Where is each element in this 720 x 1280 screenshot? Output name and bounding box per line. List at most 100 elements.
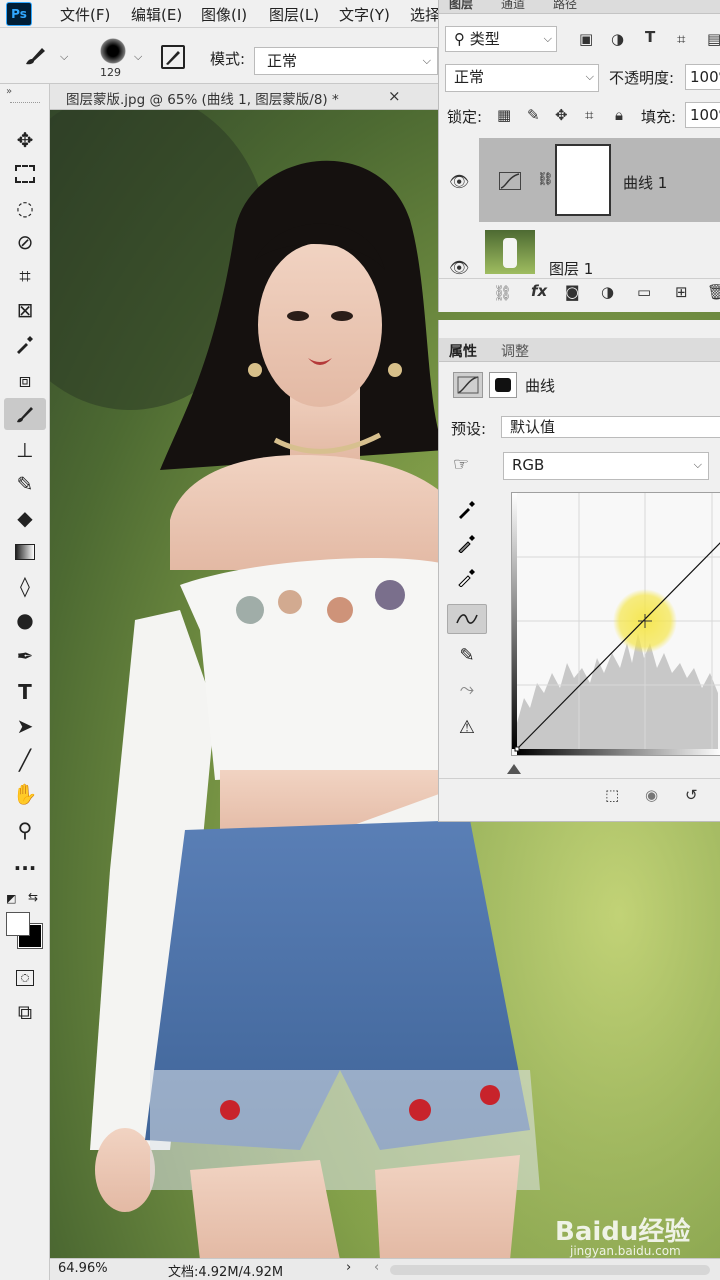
more-tools-icon[interactable]: ··· bbox=[4, 852, 46, 884]
menu-type[interactable]: 文字(Y) bbox=[339, 4, 390, 25]
new-layer-icon[interactable]: ⊞ bbox=[675, 283, 688, 301]
menu-layer[interactable]: 图层(L) bbox=[269, 4, 319, 25]
lock-artboard-icon[interactable]: ⌗ bbox=[585, 106, 593, 124]
lock-position-icon[interactable]: ✥ bbox=[555, 106, 568, 124]
horizontal-scrollbar[interactable] bbox=[390, 1265, 710, 1275]
swap-colors-icon[interactable]: ⇆ bbox=[28, 890, 38, 904]
sample-black-point-icon[interactable] bbox=[447, 494, 487, 524]
opacity-label: 不透明度: bbox=[609, 69, 675, 87]
line-tool-icon[interactable]: ╱ bbox=[4, 744, 46, 776]
curves-graph[interactable] bbox=[511, 492, 720, 756]
link-mask-icon[interactable]: ⛓︎ bbox=[537, 172, 554, 187]
eraser-tool-icon[interactable]: ◆ bbox=[4, 502, 46, 534]
opacity-input[interactable]: 100% bbox=[685, 64, 720, 90]
clipping-warning-icon[interactable]: ⚠︎ bbox=[447, 712, 487, 742]
menu-select[interactable]: 选择 bbox=[410, 4, 440, 25]
frame-tool-icon[interactable]: ⊠ bbox=[4, 294, 46, 326]
default-colors-icon[interactable]: ◩ bbox=[6, 892, 16, 905]
curves-adjustment-icon[interactable] bbox=[453, 372, 483, 398]
lock-transparent-icon[interactable]: ▦ bbox=[497, 106, 511, 124]
quick-selection-tool-icon[interactable]: ⊘ bbox=[4, 226, 46, 258]
lock-image-icon[interactable]: ✎ bbox=[527, 106, 540, 124]
close-icon[interactable]: × bbox=[388, 87, 401, 105]
document-tab[interactable]: 图层蒙版.jpg @ 65% (曲线 1, 图层蒙版/8) * × bbox=[50, 84, 438, 110]
fill-input[interactable]: 100% bbox=[685, 102, 720, 128]
layer-row-image[interactable]: 图层 1 bbox=[479, 224, 720, 279]
brush-settings-panel-icon[interactable] bbox=[161, 45, 185, 69]
brush-tip-preview-icon[interactable] bbox=[100, 38, 126, 64]
tab-channels[interactable]: 通道 bbox=[501, 0, 525, 11]
menu-edit[interactable]: 编辑(E) bbox=[131, 4, 182, 25]
filter-adjustment-icon[interactable]: ◑ bbox=[611, 30, 624, 48]
tab-properties[interactable]: 属性 bbox=[449, 341, 477, 361]
new-group-icon[interactable]: ▭ bbox=[637, 283, 651, 301]
sample-white-point-icon[interactable] bbox=[447, 562, 487, 592]
delete-layer-icon[interactable]: 🗑︎ bbox=[707, 283, 720, 301]
pencil-draw-curve-icon[interactable]: ✎ bbox=[447, 640, 487, 670]
pen-tool-icon[interactable]: ✒ bbox=[4, 640, 46, 672]
screen-mode-icon[interactable]: ⧉ bbox=[4, 996, 46, 1028]
sample-gray-point-icon[interactable] bbox=[447, 528, 487, 558]
layer-row-curves[interactable]: ⛓︎ 曲线 1 bbox=[479, 138, 720, 222]
path-selection-tool-icon[interactable]: ➤ bbox=[4, 710, 46, 742]
add-layer-style-icon[interactable]: fx bbox=[531, 282, 547, 300]
marquee-tool-icon[interactable] bbox=[4, 158, 46, 190]
visibility-eye-icon[interactable]: 👁︎ bbox=[449, 172, 469, 191]
blend-mode-select[interactable]: 正常 ⌵ bbox=[254, 47, 438, 75]
mask-properties-icon[interactable] bbox=[489, 372, 517, 398]
lock-label: 锁定: bbox=[447, 108, 483, 126]
tab-layers[interactable]: 图层 bbox=[449, 0, 473, 11]
preset-select[interactable]: 默认值 bbox=[501, 416, 720, 438]
crop-tool-icon[interactable]: ⌗ bbox=[4, 260, 46, 292]
add-mask-icon[interactable]: ◙ bbox=[565, 283, 580, 301]
layer-name[interactable]: 图层 1 bbox=[549, 258, 593, 279]
layer-mask-thumbnail[interactable] bbox=[555, 144, 611, 216]
filter-shape-icon[interactable]: ⌗ bbox=[677, 30, 685, 48]
foreground-color-swatch[interactable] bbox=[6, 912, 30, 936]
status-menu-arrow-icon[interactable]: › bbox=[346, 1260, 351, 1275]
collapse-panel-icon[interactable]: » bbox=[6, 86, 12, 97]
clone-stamp-tool-icon[interactable]: ⊥ bbox=[4, 434, 46, 466]
dodge-tool-icon[interactable]: ● bbox=[4, 604, 46, 636]
filter-smart-object-icon[interactable]: ▤ bbox=[707, 30, 720, 48]
scroll-left-icon[interactable]: ‹ bbox=[374, 1260, 379, 1275]
brush-preset-dropdown-icon[interactable]: ⌵ bbox=[60, 50, 68, 64]
zoom-tool-icon[interactable]: ⚲ bbox=[4, 814, 46, 846]
blur-tool-icon[interactable]: ◊ bbox=[4, 570, 46, 602]
menu-file[interactable]: 文件(F) bbox=[60, 4, 110, 25]
reset-adjustment-icon[interactable]: ↺ bbox=[685, 786, 698, 804]
smooth-curve-icon[interactable]: ⤳ bbox=[447, 674, 487, 704]
gradient-tool-icon[interactable] bbox=[4, 536, 46, 568]
target-adjustment-icon[interactable]: ☞ bbox=[453, 454, 469, 475]
link-layers-icon[interactable]: ⛓︎ bbox=[493, 284, 512, 302]
black-point-slider-handle[interactable] bbox=[507, 764, 521, 774]
menu-image[interactable]: 图像(I) bbox=[201, 4, 247, 25]
brush-tool-icon[interactable] bbox=[4, 398, 46, 430]
tab-paths[interactable]: 路径 bbox=[553, 0, 577, 11]
hand-tool-icon[interactable]: ✋ bbox=[4, 778, 46, 810]
visibility-eye-icon[interactable]: 👁︎ bbox=[449, 258, 469, 277]
tab-adjustments[interactable]: 调整 bbox=[501, 341, 529, 361]
lock-all-icon[interactable]: 🔒︎ bbox=[615, 106, 623, 124]
layer-name[interactable]: 曲线 1 bbox=[623, 172, 667, 193]
layer-blend-mode-select[interactable]: 正常 ⌵ bbox=[445, 64, 599, 92]
filter-pixel-icon[interactable]: ▣ bbox=[579, 30, 593, 48]
type-tool-icon[interactable]: T bbox=[4, 676, 46, 708]
channel-select[interactable]: RGB ⌵ bbox=[503, 452, 709, 480]
view-previous-state-icon[interactable]: ◉ bbox=[645, 786, 658, 804]
edit-points-curve-icon[interactable] bbox=[447, 604, 487, 634]
eyedropper-tool-icon[interactable] bbox=[4, 328, 46, 360]
zoom-level[interactable]: 64.96% bbox=[58, 1261, 108, 1276]
filter-type-icon[interactable]: T bbox=[645, 28, 655, 46]
brush-tool-preset-icon[interactable] bbox=[22, 44, 50, 68]
brush-picker-dropdown-icon[interactable]: ⌵ bbox=[134, 50, 142, 64]
healing-brush-tool-icon[interactable]: ⧈ bbox=[4, 364, 46, 396]
panel-grip[interactable] bbox=[10, 102, 40, 104]
new-adjustment-layer-icon[interactable]: ◑ bbox=[601, 283, 614, 301]
quick-mask-icon[interactable] bbox=[4, 962, 46, 994]
lasso-tool-icon[interactable]: ◌ bbox=[4, 192, 46, 224]
clip-to-layer-icon[interactable]: ⬚ bbox=[605, 786, 619, 804]
layer-filter-select[interactable]: ⚲ 类型 ⌵ bbox=[445, 26, 557, 52]
move-tool-icon[interactable]: ✥ bbox=[4, 124, 46, 156]
history-brush-tool-icon[interactable]: ✎ bbox=[4, 468, 46, 500]
